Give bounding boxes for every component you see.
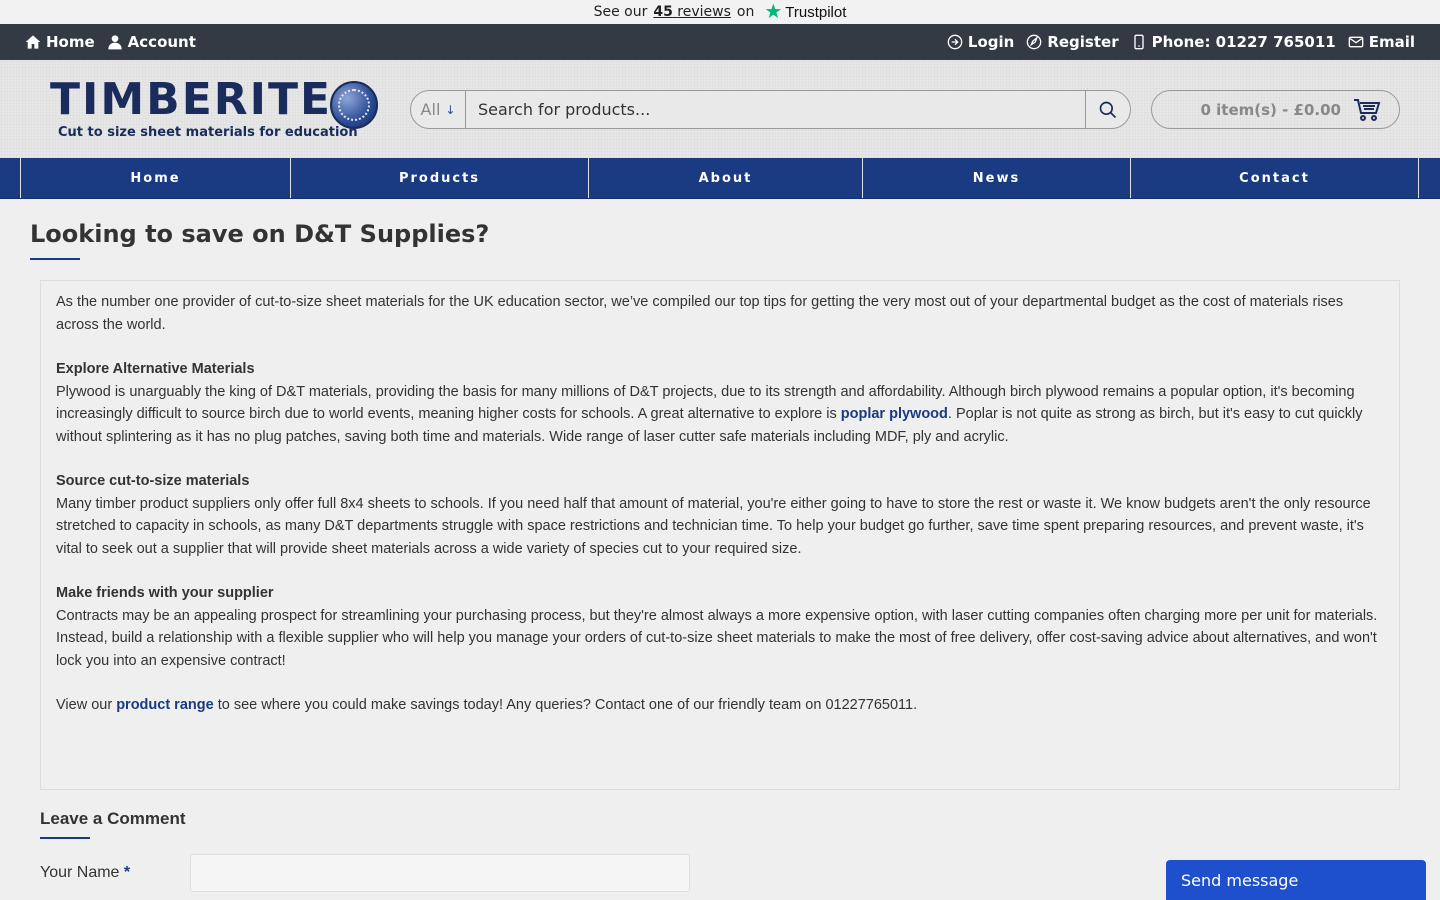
user-icon bbox=[108, 35, 122, 50]
search-category-select[interactable]: All ↓ bbox=[411, 91, 466, 128]
page-title: Looking to save on D&T Supplies? bbox=[30, 220, 490, 248]
trustpilot-on: on bbox=[736, 4, 755, 20]
mobile-phone-icon bbox=[1133, 34, 1144, 50]
home-icon bbox=[25, 35, 41, 49]
logo-tagline: Cut to size sheet materials for educatio… bbox=[58, 125, 358, 140]
main-content: Looking to save on D&T Supplies? As the … bbox=[0, 220, 1440, 892]
topbar-email-label: Email bbox=[1368, 33, 1415, 51]
topbar-home-label: Home bbox=[46, 33, 95, 51]
topbar-login-link[interactable]: Login bbox=[947, 33, 1014, 51]
nav-item-news[interactable]: News bbox=[862, 158, 1130, 198]
article-cta: View our product range to see where you … bbox=[56, 694, 1384, 717]
article-section-3: Make friends with your supplier Contract… bbox=[56, 582, 1384, 672]
topbar-account-label: Account bbox=[127, 33, 196, 51]
nav-item-contact[interactable]: Contact bbox=[1130, 158, 1419, 198]
trustpilot-brand: Trustpilot bbox=[785, 3, 847, 21]
name-input[interactable] bbox=[190, 854, 690, 892]
topbar-phone-link[interactable]: Phone: 01227 765011 bbox=[1131, 33, 1336, 51]
register-icon bbox=[1026, 34, 1042, 50]
name-label-text: Your Name bbox=[40, 864, 120, 881]
trustpilot-reviews-link[interactable]: 45 reviews bbox=[653, 4, 731, 20]
send-message-chat-button[interactable]: Send message bbox=[1166, 860, 1426, 900]
cart-button[interactable]: 0 item(s) - £0.00 bbox=[1151, 90, 1400, 129]
topbar-account-link[interactable]: Account bbox=[107, 33, 196, 51]
topbar-right: Login Register Phone: 01227 765011 Email bbox=[947, 33, 1415, 51]
nav-item-about[interactable]: About bbox=[588, 158, 862, 198]
nav-item-home[interactable]: Home bbox=[20, 158, 290, 198]
login-icon bbox=[947, 34, 963, 50]
article-section-1: Explore Alternative Materials Plywood is… bbox=[56, 358, 1384, 448]
comment-underline bbox=[40, 837, 90, 839]
site-logo[interactable]: TIMBERITE Cut to size sheet materials fo… bbox=[50, 77, 380, 143]
cta-text-b: to see where you could make savings toda… bbox=[213, 697, 918, 713]
comment-heading: Leave a Comment bbox=[40, 809, 186, 828]
topbar-register-label: Register bbox=[1047, 33, 1119, 51]
topbar-register-link[interactable]: Register bbox=[1026, 33, 1119, 51]
section-3-text: Contracts may be an appealing prospect f… bbox=[56, 607, 1378, 669]
site-header: TIMBERITE Cut to size sheet materials fo… bbox=[0, 60, 1440, 158]
trustpilot-bar[interactable]: See our 45 reviews on ★ Trustpilot bbox=[0, 0, 1440, 24]
arrow-down-icon: ↓ bbox=[445, 102, 456, 117]
globe-icon bbox=[330, 81, 378, 129]
top-utility-bar: Home Account Login Register Phone: 01227… bbox=[0, 24, 1440, 60]
search-button[interactable] bbox=[1085, 91, 1130, 128]
topbar-login-label: Login bbox=[967, 33, 1015, 51]
shopping-cart-icon bbox=[1354, 98, 1381, 121]
search-bar: All ↓ bbox=[410, 90, 1131, 129]
article-section-2: Source cut-to-size materials Many timber… bbox=[56, 470, 1384, 560]
title-underline bbox=[30, 258, 80, 260]
section-2-text: Many timber product suppliers only offer… bbox=[56, 495, 1371, 557]
cart-summary: 0 item(s) - £0.00 bbox=[1200, 100, 1341, 119]
review-count: 45 bbox=[653, 4, 673, 20]
name-label: Your Name * bbox=[40, 864, 190, 882]
topbar-home-link[interactable]: Home bbox=[25, 33, 95, 51]
main-navigation: Home Products About News Contact bbox=[0, 158, 1440, 199]
trustpilot-star-icon: ★ bbox=[764, 1, 783, 23]
envelope-icon bbox=[1348, 36, 1364, 48]
poplar-plywood-link[interactable]: poplar plywood bbox=[841, 406, 948, 422]
search-icon bbox=[1099, 101, 1117, 118]
search-input[interactable] bbox=[466, 91, 1085, 128]
required-marker: * bbox=[123, 864, 131, 881]
topbar-phone-label: Phone: 01227 765011 bbox=[1151, 33, 1336, 51]
section-2-heading: Source cut-to-size materials bbox=[56, 473, 250, 489]
section-3-heading: Make friends with your supplier bbox=[56, 585, 274, 601]
search-category-value: All bbox=[420, 100, 441, 119]
cta-text-a: View our bbox=[56, 697, 117, 713]
article-intro: As the number one provider of cut-to-siz… bbox=[56, 294, 1344, 333]
nav-item-products[interactable]: Products bbox=[290, 158, 588, 198]
trustpilot-logo: ★ Trustpilot bbox=[764, 2, 846, 22]
topbar-email-link[interactable]: Email bbox=[1348, 33, 1415, 51]
section-1-heading: Explore Alternative Materials bbox=[56, 361, 255, 377]
article-body: As the number one provider of cut-to-siz… bbox=[40, 280, 1400, 790]
reviews-word: reviews bbox=[677, 4, 731, 20]
topbar-left: Home Account bbox=[25, 33, 196, 51]
product-range-link[interactable]: product range bbox=[116, 697, 213, 713]
trustpilot-prefix: See our bbox=[593, 4, 648, 20]
